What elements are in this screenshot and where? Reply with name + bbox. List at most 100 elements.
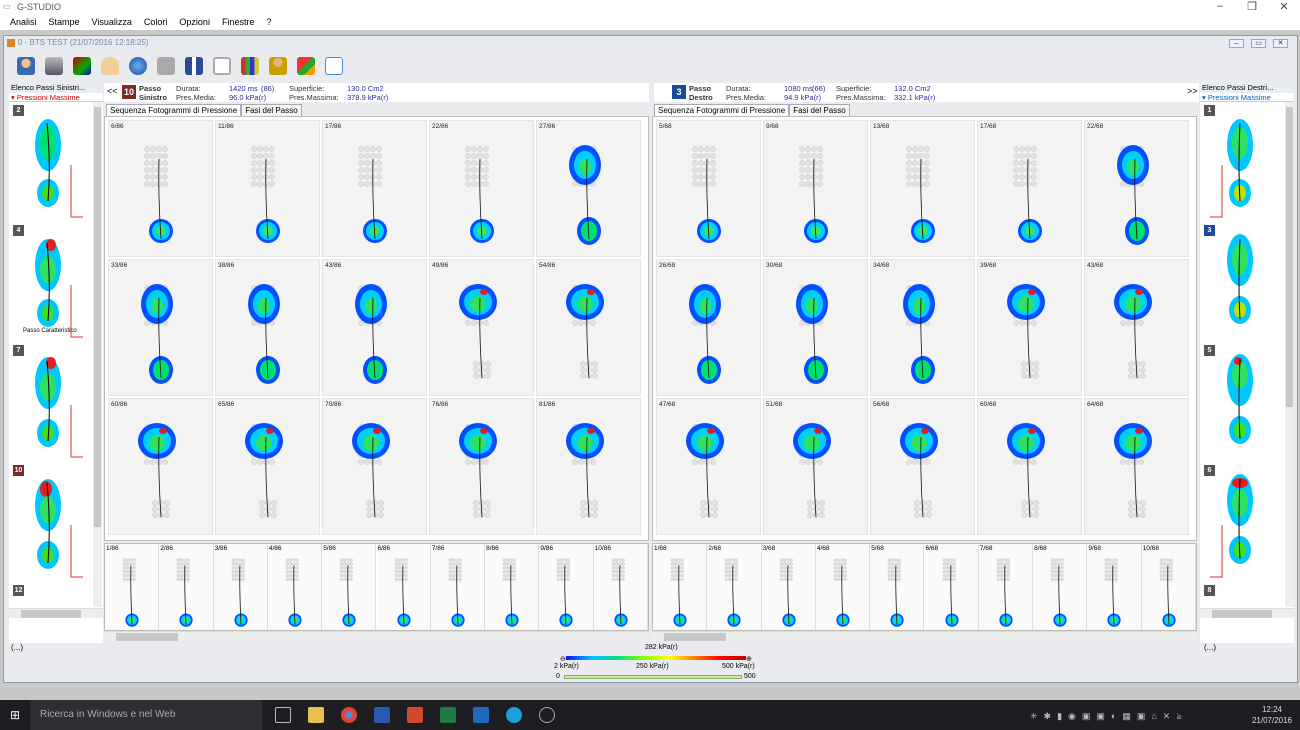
- pressure-frame[interactable]: 5/68: [656, 120, 761, 257]
- minimize-icon[interactable]: –: [1205, 0, 1235, 12]
- tab-sequence-right[interactable]: Sequenza Fotogrammi di Pressione: [654, 104, 790, 116]
- left-strip-scrollbar[interactable]: [104, 631, 649, 641]
- child-close-icon[interactable]: ✕: [1273, 39, 1288, 48]
- strip-frame[interactable]: 3/86: [213, 544, 268, 630]
- left-panel-dropdown[interactable]: ▾ Pressioni Massime: [9, 93, 103, 102]
- feet-outline-icon[interactable]: [210, 54, 234, 78]
- right-strip-scroll-thumb[interactable]: [664, 633, 726, 641]
- left-step-thumb[interactable]: 12: [11, 585, 91, 605]
- strip-frame[interactable]: 5/86: [322, 544, 377, 630]
- pressure-frame[interactable]: 65/86: [215, 398, 320, 535]
- right-step-thumb[interactable]: 1: [1202, 105, 1282, 223]
- pressure-frame[interactable]: 43/68: [1084, 259, 1189, 396]
- strip-frame[interactable]: 4/68: [815, 544, 871, 630]
- menu-opzioni[interactable]: Opzioni: [179, 17, 210, 27]
- pressure-frame[interactable]: 60/86: [108, 398, 213, 535]
- pressure-frame[interactable]: 76/86: [429, 398, 534, 535]
- file-explorer-icon[interactable]: [308, 707, 324, 723]
- gstudio-taskbar-icon[interactable]: [539, 707, 555, 723]
- skype-icon[interactable]: [506, 707, 522, 723]
- right-panel-hscroll-thumb[interactable]: [1212, 610, 1272, 618]
- taskbar-clock[interactable]: 12:24 21/07/2016: [1252, 704, 1292, 726]
- prev-step-button[interactable]: <<: [107, 86, 118, 96]
- strip-frame[interactable]: 3/68: [761, 544, 816, 630]
- windows-start-icon[interactable]: ⊞: [10, 708, 20, 722]
- tab-phases-right[interactable]: Fasi del Passo: [789, 104, 850, 116]
- right-step-thumb[interactable]: 8: [1202, 585, 1282, 605]
- child-minimize-icon[interactable]: –: [1229, 39, 1244, 48]
- pressure-frame[interactable]: 11/86: [215, 120, 320, 257]
- strip-frame[interactable]: 8/86: [485, 544, 540, 630]
- pressure-frame[interactable]: 9/68: [763, 120, 868, 257]
- pressure-frame[interactable]: 51/68: [763, 398, 868, 535]
- pressure-chart-icon[interactable]: [70, 54, 94, 78]
- strip-frame[interactable]: 1/86: [105, 544, 160, 630]
- system-tray-icons[interactable]: ✳✱▮◉▣▣◐▦▣⌂✕ঌ: [1030, 709, 1188, 724]
- tab-phases-left[interactable]: Fasi del Passo: [241, 104, 302, 116]
- strip-frame[interactable]: 7/68: [978, 544, 1034, 630]
- pressure-frame[interactable]: 22/86: [429, 120, 534, 257]
- strip-frame[interactable]: 2/86: [159, 544, 214, 630]
- new-document-icon[interactable]: [322, 54, 346, 78]
- strip-frame[interactable]: 10/86: [593, 544, 648, 630]
- left-panel-hscroll-thumb[interactable]: [21, 610, 81, 618]
- legend-max-handle[interactable]: ⊕: [746, 655, 752, 663]
- right-strip-scrollbar[interactable]: [652, 631, 1197, 641]
- chrome-icon[interactable]: [341, 707, 357, 723]
- menu-stampe[interactable]: Stampe: [49, 17, 80, 27]
- close-icon[interactable]: ✕: [1269, 0, 1299, 13]
- pressure-frame[interactable]: 33/86: [108, 259, 213, 396]
- next-step-button[interactable]: >>: [1187, 86, 1198, 96]
- strip-frame[interactable]: 7/86: [430, 544, 486, 630]
- left-step-thumb[interactable]: 2: [11, 105, 91, 223]
- range-slider[interactable]: [564, 675, 742, 679]
- excel-icon[interactable]: [440, 707, 456, 723]
- strip-frame[interactable]: 9/86: [539, 544, 594, 630]
- word-icon[interactable]: [374, 707, 390, 723]
- pressure-frame[interactable]: 56/68: [870, 398, 975, 535]
- pressure-frame[interactable]: 30/68: [763, 259, 868, 396]
- foot-icon[interactable]: [98, 54, 122, 78]
- strip-frame[interactable]: 4/86: [267, 544, 323, 630]
- pressure-frame[interactable]: 38/86: [215, 259, 320, 396]
- patient-icon[interactable]: [14, 54, 38, 78]
- pressure-frame[interactable]: 81/86: [536, 398, 641, 535]
- strip-frame[interactable]: 8/68: [1033, 544, 1088, 630]
- right-panel-dropdown[interactable]: ▾ Pressioni Massime: [1200, 93, 1294, 102]
- pressure-frame[interactable]: 17/68: [977, 120, 1082, 257]
- pressure-frame[interactable]: 39/68: [977, 259, 1082, 396]
- pressure-frame[interactable]: 13/68: [870, 120, 975, 257]
- left-strip-scroll-thumb[interactable]: [116, 633, 178, 641]
- shapes-icon[interactable]: [294, 54, 318, 78]
- task-view-icon[interactable]: [275, 707, 291, 723]
- right-panel-scroll-thumb[interactable]: [1286, 107, 1293, 407]
- right-panel-hscrollbar[interactable]: [1200, 608, 1294, 618]
- menu-visualizza[interactable]: Visualizza: [92, 17, 132, 27]
- pressure-frame[interactable]: 54/86: [536, 259, 641, 396]
- right-panel-scrollbar[interactable]: [1285, 102, 1294, 607]
- print-icon[interactable]: [42, 54, 66, 78]
- left-panel-hscrollbar[interactable]: [9, 608, 103, 618]
- strip-frame[interactable]: 2/68: [707, 544, 762, 630]
- pressure-frame[interactable]: 60/68: [977, 398, 1082, 535]
- child-restore-icon[interactable]: ▭: [1251, 39, 1266, 48]
- globe-icon[interactable]: [126, 54, 150, 78]
- pressure-frame[interactable]: 64/68: [1084, 398, 1189, 535]
- menu-colori[interactable]: Colori: [144, 17, 168, 27]
- pressure-frame[interactable]: 26/68: [656, 259, 761, 396]
- document-gray-icon[interactable]: [154, 54, 178, 78]
- right-step-thumb[interactable]: 6: [1202, 465, 1282, 583]
- pressure-frame[interactable]: 6/86: [108, 120, 213, 257]
- pressure-frame[interactable]: 43/86: [322, 259, 427, 396]
- right-step-thumb-selected[interactable]: 3: [1202, 225, 1282, 343]
- left-panel-scroll-thumb[interactable]: [94, 107, 101, 527]
- pressure-frame[interactable]: 49/86: [429, 259, 534, 396]
- left-panel-scrollbar[interactable]: [93, 102, 102, 607]
- strip-frame[interactable]: 6/86: [376, 544, 431, 630]
- powerpoint-icon[interactable]: [407, 707, 423, 723]
- tab-sequence-left[interactable]: Sequenza Fotogrammi di Pressione: [106, 104, 242, 116]
- strip-frame[interactable]: 1/68: [653, 544, 708, 630]
- left-step-thumb[interactable]: 7: [11, 345, 91, 463]
- strip-frame[interactable]: 9/68: [1087, 544, 1142, 630]
- right-step-thumb[interactable]: 5: [1202, 345, 1282, 463]
